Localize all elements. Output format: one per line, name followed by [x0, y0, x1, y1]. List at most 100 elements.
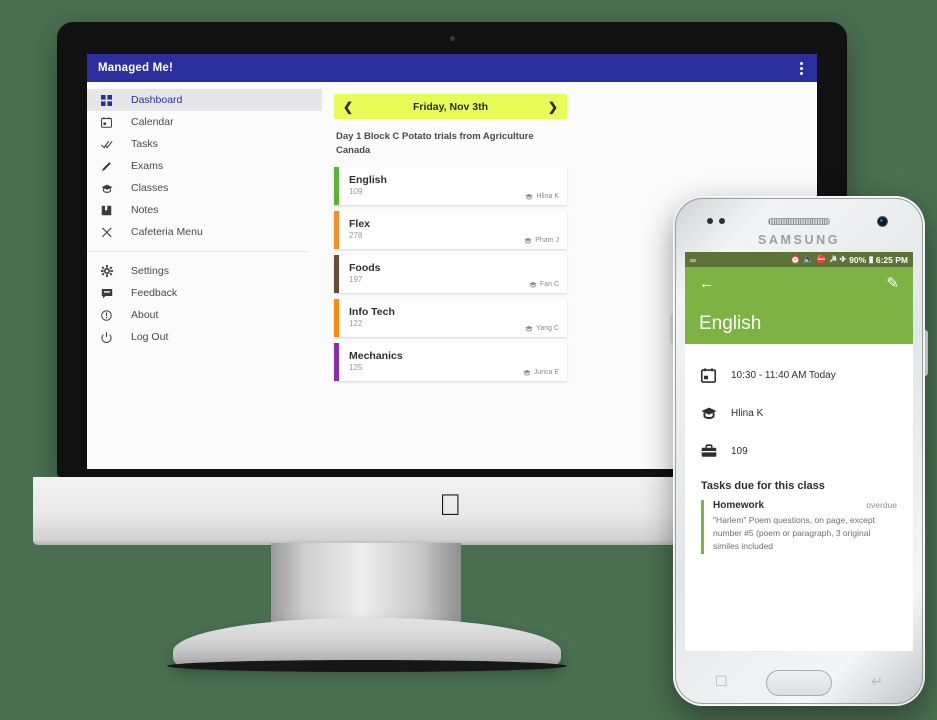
sidebar-item-settings[interactable]: Settings: [87, 260, 322, 282]
graduation-cap-icon: [525, 193, 534, 200]
airplane-icon: ✈: [839, 254, 847, 264]
date-navigator[interactable]: ❮ Friday, Nov 3th ❯: [334, 94, 567, 119]
battery-percent: 90%: [849, 254, 867, 265]
task-description: "Harlem" Poem questions, on page, except…: [713, 515, 875, 552]
app-title: Managed Me!: [98, 62, 174, 74]
calendar-icon: [701, 367, 727, 383]
sidebar-item-label: Settings: [131, 265, 169, 277]
class-teacher: Fan C: [529, 281, 559, 288]
sidebar-item-classes[interactable]: Classes: [87, 177, 322, 199]
sidebar: Dashboard Calendar Tasks Exams Classes N…: [87, 82, 322, 469]
phone-page-title: English: [699, 313, 762, 334]
double-check-icon: [101, 139, 123, 150]
power-button[interactable]: [925, 330, 928, 376]
battery-icon: ▮: [868, 254, 874, 264]
sidebar-item-label: Feedback: [131, 287, 178, 299]
current-date-label: Friday, Nov 3th: [412, 100, 489, 113]
sidebar-item-label: Cafeteria Menu: [131, 226, 203, 238]
class-name: Flex: [349, 217, 371, 230]
wifi-icon: ☭: [829, 254, 838, 264]
back-arrow-icon[interactable]: ←: [699, 276, 714, 291]
back-nav-icon[interactable]: ↵: [871, 673, 883, 690]
sidebar-item-tasks[interactable]: Tasks: [87, 133, 322, 155]
earpiece-speaker: [768, 218, 830, 225]
status-bar: ∞ ⏰ 🔈 ⛔ ☭ ✈ 90% ▮ 6:25 PM: [685, 252, 913, 267]
chevron-left-icon[interactable]: ❮: [343, 100, 353, 114]
kebab-menu-icon[interactable]: [797, 59, 806, 78]
volume-button[interactable]: [670, 314, 673, 344]
detail-row-text: 10:30 - 11:40 AM Today: [731, 369, 836, 381]
proximity-sensor-icon: [707, 218, 725, 224]
detail-row-time: 10:30 - 11:40 AM Today: [685, 356, 913, 394]
front-camera-icon: [877, 216, 888, 227]
teacher-name: Pham J: [535, 236, 559, 244]
class-room: 197: [349, 274, 363, 284]
class-teacher: Jurica E: [523, 369, 559, 376]
book-icon: [101, 205, 123, 216]
sidebar-item-label: Dashboard: [131, 94, 183, 106]
mute-icon: 🔈: [803, 254, 814, 264]
dnd-icon: ⛔: [816, 254, 827, 264]
tasks-heading: Tasks due for this class: [701, 480, 825, 492]
class-card[interactable]: English 109 Hlina K: [334, 166, 567, 205]
recents-icon[interactable]: ☐: [715, 673, 728, 690]
task-item[interactable]: Homework overdue "Harlem" Poem questions…: [685, 500, 913, 554]
sidebar-item-label: Notes: [131, 204, 159, 216]
home-button[interactable]: [766, 670, 832, 696]
sidebar-item-label: Log Out: [131, 331, 169, 343]
class-name: Info Tech: [349, 305, 395, 318]
apple-logo-icon: : [439, 491, 465, 523]
sidebar-item-log-out[interactable]: Log Out: [87, 326, 322, 348]
status-bar-right: ⏰ 🔈 ⛔ ☭ ✈ 90% ▮ 6:25 PM: [790, 254, 908, 265]
samsung-phone-device: SAMSUNG ∞ ⏰ 🔈 ⛔ ☭ ✈ 90% ▮ 6:25 PM ← ✎ En…: [670, 196, 928, 706]
fork-knife-icon: [101, 227, 123, 238]
sidebar-item-exams[interactable]: Exams: [87, 155, 322, 177]
gear-icon: [101, 265, 123, 277]
task-name: Homework: [713, 500, 765, 511]
detail-row-text: Hlina K: [731, 407, 764, 419]
graduation-cap-icon: [101, 183, 123, 194]
pencil-edit-icon[interactable]: ✎: [886, 276, 899, 291]
sidebar-item-cafeteria-menu[interactable]: Cafeteria Menu: [87, 221, 322, 243]
class-name: English: [349, 173, 387, 186]
sidebar-item-feedback[interactable]: Feedback: [87, 282, 322, 304]
teacher-name: Hlina K: [536, 192, 559, 200]
comment-icon: [101, 288, 123, 299]
phone-screen: ∞ ⏰ 🔈 ⛔ ☭ ✈ 90% ▮ 6:25 PM ← ✎ English 10…: [685, 252, 913, 651]
sidebar-item-label: Calendar: [131, 116, 174, 128]
info-circle-icon: [101, 309, 123, 321]
class-teacher: Hlina K: [525, 193, 559, 200]
graduation-cap-icon: [523, 369, 531, 376]
sidebar-item-label: Classes: [131, 182, 169, 194]
sidebar-item-label: About: [131, 309, 159, 321]
alarm-icon: ⏰: [790, 254, 801, 264]
class-teacher: Yang C: [525, 325, 559, 332]
sidebar-item-calendar[interactable]: Calendar: [87, 111, 322, 133]
sidebar-item-about[interactable]: About: [87, 304, 322, 326]
class-list: English 109 Hlina K Flex 278 Pham J Food…: [334, 166, 567, 381]
power-icon: [101, 331, 123, 343]
class-card[interactable]: Flex 278 Pham J: [334, 210, 567, 249]
class-card[interactable]: Info Tech 122 Yang C: [334, 298, 567, 337]
graduation-cap-icon: [525, 325, 533, 332]
briefcase-icon: [701, 444, 727, 458]
announcement-text: Day 1 Block C Potato trials from Agricul…: [336, 131, 534, 156]
class-card[interactable]: Foods 197 Fan C: [334, 254, 567, 293]
sidebar-item-label: Exams: [131, 160, 164, 172]
class-room: 278: [349, 230, 363, 240]
sidebar-item-dashboard[interactable]: Dashboard: [87, 89, 322, 111]
detail-row-teacher: Hlina K: [685, 394, 913, 432]
class-room: 122: [349, 318, 363, 328]
graduation-cap-icon: [529, 281, 537, 288]
chevron-right-icon[interactable]: ❯: [548, 100, 558, 114]
dashboard-grid-icon: [101, 94, 123, 106]
class-name: Mechanics: [349, 349, 403, 362]
task-status-badge: overdue: [866, 500, 897, 510]
webcam-icon: [450, 36, 455, 41]
class-name: Foods: [349, 261, 381, 274]
app-title-bar: Managed Me!: [87, 54, 817, 82]
phone-app-header: ← ✎ English: [685, 267, 913, 344]
sidebar-item-label: Tasks: [131, 138, 158, 150]
sidebar-item-notes[interactable]: Notes: [87, 199, 322, 221]
class-card[interactable]: Mechanics 125 Jurica E: [334, 342, 567, 381]
